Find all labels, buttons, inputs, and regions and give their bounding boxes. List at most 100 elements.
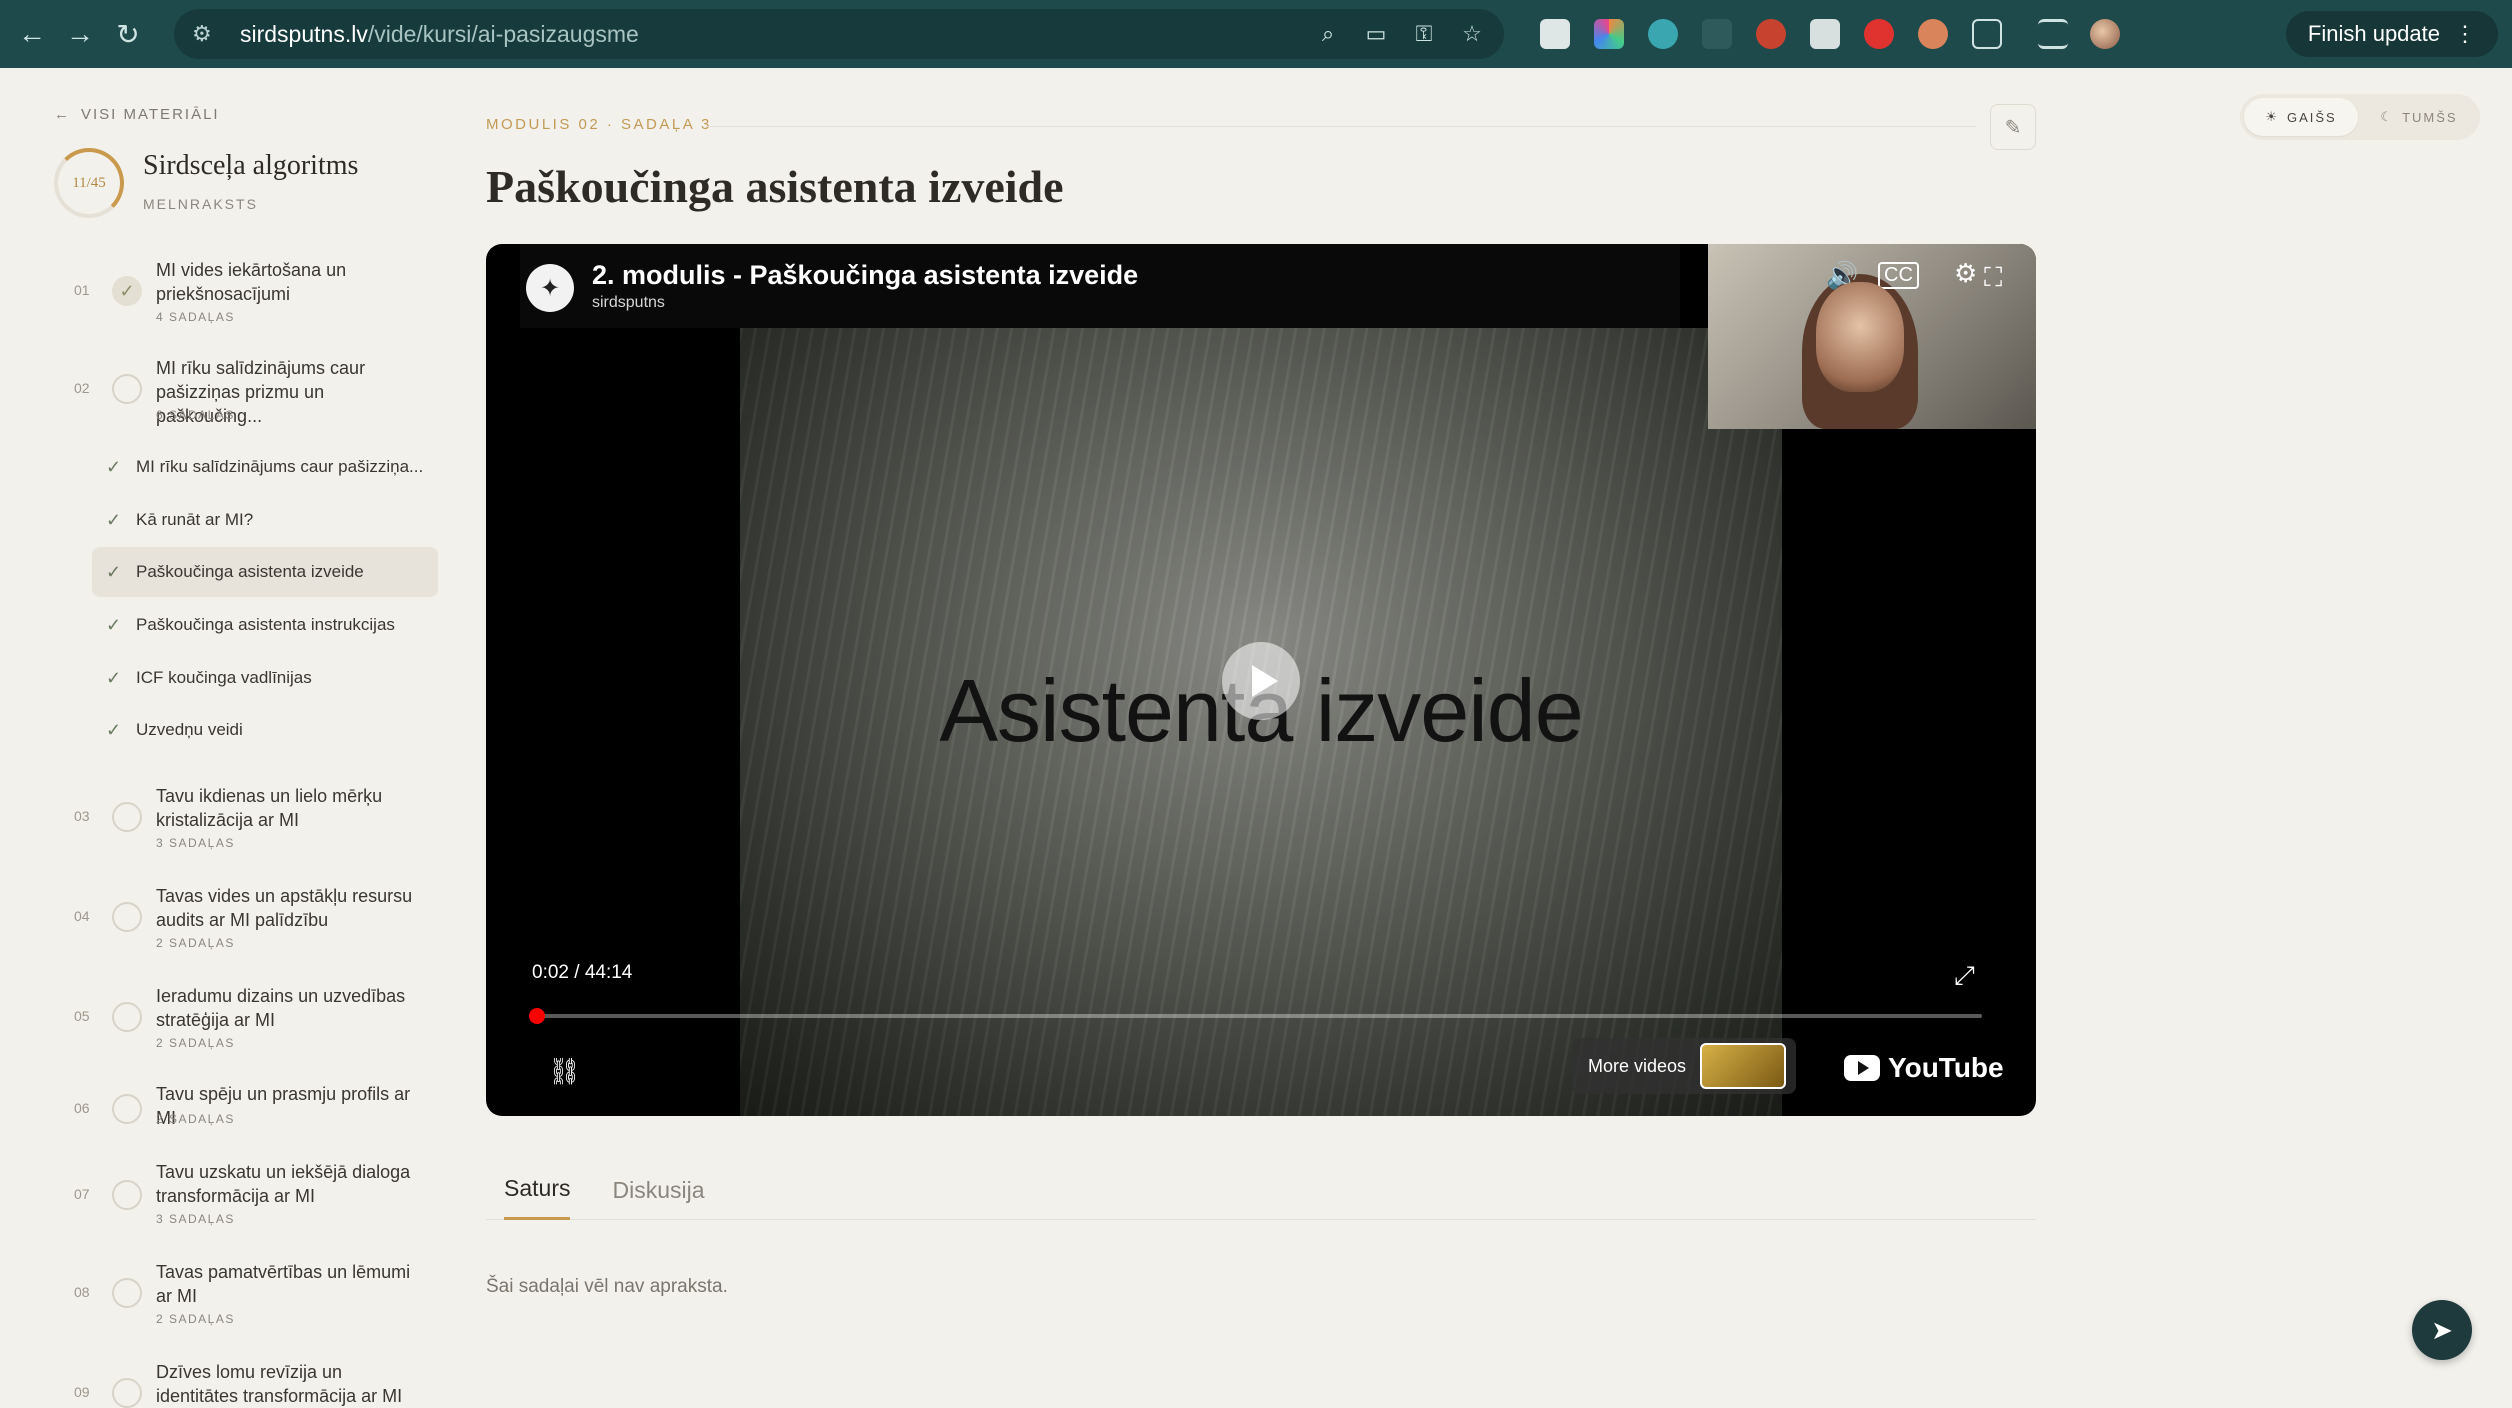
presenter-face: [1816, 282, 1904, 392]
floating-action-button[interactable]: ➤: [2412, 1300, 2472, 1360]
extension-icon[interactable]: [1594, 19, 1624, 49]
section-item[interactable]: ✓ Uzvedņu veidi: [92, 705, 438, 755]
sun-icon: ☀: [2265, 109, 2279, 124]
theme-toggle: ☀ GAIŠS ☾ TUMŠS: [2240, 94, 2480, 140]
module-status-circle: [112, 802, 142, 832]
extension-icon[interactable]: [1810, 19, 1840, 49]
video-progress-bar[interactable]: [529, 1008, 1982, 1024]
more-videos-button[interactable]: More videos: [1572, 1038, 1797, 1094]
more-videos-thumbnail: [1700, 1043, 1787, 1089]
theme-dark-option[interactable]: ☾ TUMŠS: [2362, 98, 2476, 136]
profile-avatar[interactable]: [2090, 19, 2120, 49]
section-item[interactable]: ✓ Kā runāt ar MI?: [92, 495, 438, 545]
section-item[interactable]: ✓ MI rīku salīdzinājums caur pašizziņa..…: [92, 442, 438, 492]
module-title: Tavu uzskatu un iekšējā dialoga transfor…: [156, 1162, 411, 1206]
module-complete-check-icon: ✓: [112, 276, 142, 306]
module-section-count: 4 SADAĻAS: [156, 310, 235, 324]
play-button[interactable]: [1222, 642, 1300, 720]
reading-list-icon[interactable]: [2038, 19, 2068, 49]
back-arrow-icon[interactable]: ←: [8, 10, 56, 58]
settings-gear-icon[interactable]: ⚙: [1954, 258, 1977, 289]
module-status-circle: [112, 1180, 142, 1210]
check-icon: ✓: [106, 509, 122, 530]
module-number: 03: [74, 808, 90, 824]
tab-diskusija[interactable]: Diskusija: [612, 1160, 704, 1220]
extension-icon[interactable]: [1756, 19, 1786, 49]
fullscreen-icon[interactable]: ⛶: [1984, 262, 2002, 294]
pointer-icon: ➤: [2431, 1314, 2453, 1345]
video-channel[interactable]: sirdsputns: [592, 294, 665, 312]
section-item[interactable]: ✓ ICF koučinga vadlīnijas: [92, 653, 438, 703]
reload-icon[interactable]: ↻: [104, 10, 152, 58]
expand-icon[interactable]: ⤢: [1954, 960, 1975, 992]
module-status-circle: [112, 1378, 142, 1408]
section-item[interactable]: ✓ Paškoučinga asistenta instrukcijas: [92, 600, 438, 650]
check-icon: ✓: [106, 561, 122, 582]
youtube-play-icon: [1844, 1055, 1880, 1081]
module-section-count: 2 SADAĻAS: [156, 1036, 235, 1050]
breadcrumb-divider: [706, 126, 1976, 127]
extensions-puzzle-icon[interactable]: [1972, 19, 2002, 49]
course-progress-ring: 11/45: [54, 148, 124, 218]
module-title: Tavas pamatvērtības un lēmumi ar MI: [156, 1262, 411, 1306]
module-title: Ieradumu dizains un uzvedības stratēģija…: [156, 986, 406, 1030]
module-title: Tavu ikdienas un lielo mērķu kristalizāc…: [156, 786, 383, 830]
module-title: MI vides iekārtošana un priekšnosacījumi: [156, 260, 347, 304]
video-player[interactable]: ✦ 2. modulis - Paškoučinga asistenta izv…: [486, 244, 2036, 1116]
video-title[interactable]: 2. modulis - Paškoučinga asistenta izvei…: [592, 260, 1138, 291]
extension-icon[interactable]: [1918, 19, 1948, 49]
section-label: Uzvedņu veidi: [136, 720, 243, 739]
finish-update-button[interactable]: Finish update ⋮: [2285, 11, 2498, 57]
channel-avatar[interactable]: ✦: [526, 264, 574, 312]
extension-icon[interactable]: [1864, 19, 1894, 49]
cast-icon[interactable]: ▭: [1360, 21, 1392, 47]
link-icon[interactable]: ⛓: [548, 1056, 581, 1087]
module-title: Tavas vides un apstākļu resursu audits a…: [156, 886, 413, 930]
browser-toolbar: ← → ↻ ⚙ sirdsputns.lv/vide/kursi/ai-pasi…: [0, 0, 2512, 68]
youtube-logo[interactable]: YouTube: [1844, 1052, 2004, 1084]
page-title: Paškoučinga asistenta izveide: [486, 161, 1064, 212]
course-progress-label: 11/45: [72, 174, 106, 191]
check-icon: ✓: [106, 719, 122, 740]
breadcrumb: MODULIS 02 · SADAĻA 3: [486, 116, 712, 133]
module-number: 06: [74, 1100, 90, 1116]
module-status-circle: [112, 902, 142, 932]
section-item-active[interactable]: ✓ Paškoučinga asistenta izveide: [92, 547, 438, 597]
content-tabs: Saturs Diskusija: [486, 1160, 2036, 1220]
moon-icon: ☾: [2380, 109, 2395, 124]
theme-light-option[interactable]: ☀ GAIŠS: [2244, 98, 2358, 136]
extension-icon[interactable]: [1540, 19, 1570, 49]
module-status-circle: [112, 1094, 142, 1124]
edit-button[interactable]: ✎: [1990, 104, 2036, 150]
address-bar[interactable]: ⚙ sirdsputns.lv/vide/kursi/ai-pasizaugsm…: [174, 9, 1504, 59]
more-vertical-icon: ⋮: [2454, 21, 2476, 46]
course-title: Sirdsceļa algoritms: [143, 150, 359, 181]
video-scrubber-handle[interactable]: [529, 1008, 546, 1024]
forward-arrow-icon[interactable]: →: [56, 10, 104, 58]
module-section-count: 2 SADAĻAS: [156, 1112, 235, 1126]
back-link-label: VISI MATERIĀLI: [81, 106, 220, 123]
check-icon: ✓: [106, 667, 122, 688]
bookmark-star-icon[interactable]: ☆: [1456, 21, 1488, 47]
tab-saturs[interactable]: Saturs: [504, 1160, 571, 1220]
url-host: sirdsputns.lv: [240, 20, 368, 47]
module-status-circle: [112, 1002, 142, 1032]
section-label: Kā runāt ar MI?: [136, 510, 254, 529]
course-status-badge: MELNRAKSTS: [143, 196, 258, 212]
back-to-materials-link[interactable]: ← VISI MATERIĀLI: [54, 106, 220, 123]
extension-icon[interactable]: [1648, 19, 1678, 49]
module-number: 01: [74, 282, 90, 298]
zoom-icon[interactable]: ⌕: [1312, 21, 1344, 47]
password-key-icon[interactable]: ⚿: [1408, 21, 1440, 47]
module-section-count: 2 SADAĻAS: [156, 1312, 235, 1326]
section-label: MI rīku salīdzinājums caur pašizziņa...: [136, 457, 424, 476]
site-settings-icon[interactable]: ⚙: [192, 21, 226, 47]
section-label: Paškoučinga asistenta instrukcijas: [136, 615, 395, 634]
captions-icon[interactable]: CC: [1878, 262, 1919, 289]
extension-icon[interactable]: [1702, 19, 1732, 49]
module-section-count: 3 SADAĻAS: [156, 1212, 235, 1226]
check-icon: ✓: [106, 614, 122, 635]
module-number: 04: [74, 908, 90, 924]
check-icon: ✓: [106, 456, 122, 477]
course-sidebar: ← VISI MATERIĀLI 11/45 Sirdsceļa algorit…: [0, 68, 460, 1408]
